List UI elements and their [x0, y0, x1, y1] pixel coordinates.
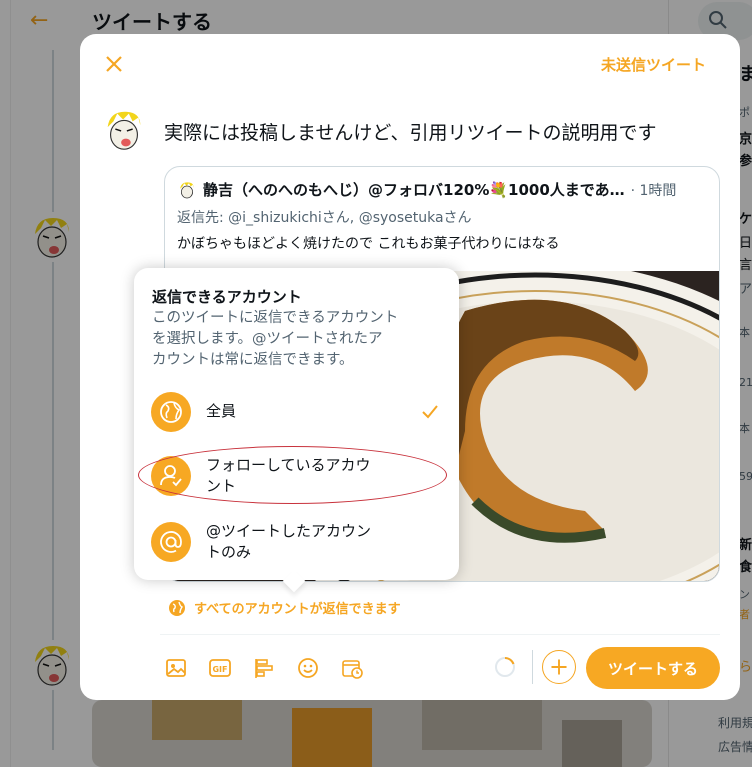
popup-title: 返信できるアカウント: [152, 288, 302, 306]
schedule-icon[interactable]: [336, 652, 368, 684]
option-everyone[interactable]: 全員: [134, 382, 459, 442]
toolbar-separator: [532, 650, 533, 684]
svg-text:GIF: GIF: [212, 665, 227, 674]
close-icon[interactable]: [100, 50, 128, 78]
compose-text-input[interactable]: 実際には投稿しませんけど、引用リツイートの説明用です: [164, 118, 656, 145]
quoted-tweet-text: かぼちゃもほどよく焼けたので これもお菓子代わりにはなる: [177, 236, 560, 252]
at-icon: [151, 522, 191, 562]
add-tweet-icon[interactable]: [542, 650, 576, 684]
option-label: @ツイートしたアカウン トのみ: [206, 522, 372, 561]
highlight-annotation: [138, 446, 447, 504]
checkmark-icon: [422, 405, 438, 419]
reply-to-line: 返信先: @i_shizukichiさん, @syosetukaさん: [177, 207, 472, 227]
reply-user-link[interactable]: @syosetukaさん: [359, 210, 472, 226]
option-label: 全員: [206, 402, 237, 420]
reply-user-link[interactable]: @i_shizukichiさん: [228, 210, 350, 226]
reply-permission-popup: 返信できるアカウント このツイートに返信できるアカウント を選択します。@ツイー…: [134, 268, 459, 593]
divider: [160, 634, 720, 635]
compose-toolbar: GIF: [160, 652, 368, 684]
globe-icon: [151, 392, 191, 432]
avatar: [177, 179, 197, 200]
unsent-tweets-button[interactable]: 未送信ツイート: [601, 54, 706, 75]
quoted-timestamp: · 1時間: [630, 182, 677, 199]
cartoon-face-icon: [177, 179, 197, 200]
avatar[interactable]: [100, 106, 148, 154]
reply-setting-label: すべてのアカウントが返信できます: [194, 602, 401, 617]
character-count-ring-icon: [495, 656, 515, 677]
quoted-tweet-header: 静吉（へのへのもへじ）@フォロバ120%💐1000人まであ… · 1時間: [177, 179, 676, 200]
popup-description: このツイートに返信できるアカウント を選択します。@ツイートされたア カウントは…: [152, 310, 399, 368]
reply-separator: ,: [349, 210, 359, 226]
reply-setting-button[interactable]: すべてのアカウントが返信できます: [168, 598, 401, 617]
image-icon[interactable]: [160, 652, 192, 684]
quoted-author-name: 静吉（へのへのもへじ）@フォロバ120%💐1000人まであ…: [203, 181, 625, 199]
tweet-button[interactable]: ツイートする: [586, 647, 720, 689]
gif-icon[interactable]: GIF: [204, 652, 236, 684]
globe-icon: [169, 599, 185, 616]
reply-prefix: 返信先:: [177, 210, 229, 226]
option-mentioned[interactable]: @ツイートしたアカウン トのみ: [134, 512, 459, 572]
emoji-icon[interactable]: [292, 652, 324, 684]
cartoon-face-icon: [100, 106, 148, 154]
poll-icon[interactable]: [248, 652, 280, 684]
